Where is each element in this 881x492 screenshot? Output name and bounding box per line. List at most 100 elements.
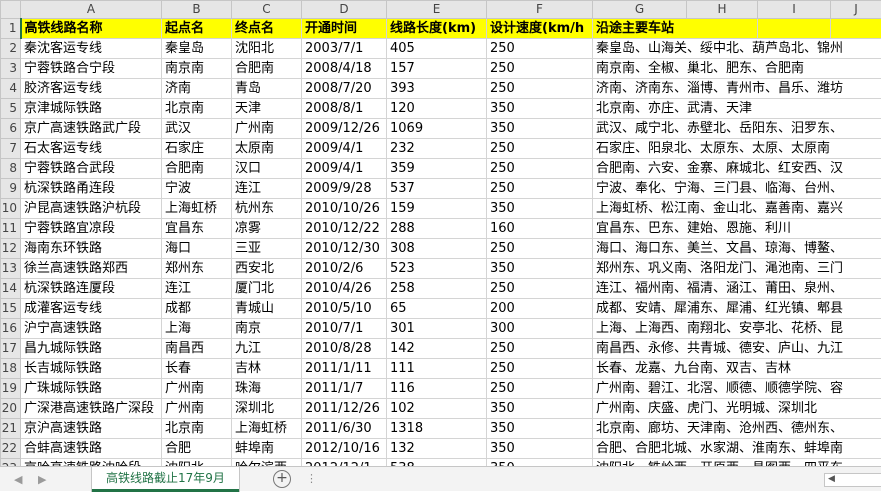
cell-start[interactable]: 宁波 — [162, 179, 232, 199]
column-header-a[interactable]: A — [21, 1, 162, 19]
next-sheet-icon[interactable]: ▶ — [38, 473, 46, 486]
cell-end[interactable]: 广州南 — [232, 119, 302, 139]
row-number[interactable]: 3 — [1, 59, 21, 79]
header-cell-start[interactable]: 起点名 — [162, 19, 232, 39]
cell-stations[interactable]: 南昌西、永修、共青城、德安、庐山、九江 — [593, 339, 881, 359]
cell-line-name[interactable]: 杭深铁路甬连段 — [21, 179, 162, 199]
cell-open-date[interactable]: 2008/8/1 — [302, 99, 387, 119]
cell-length[interactable]: 1069 — [387, 119, 487, 139]
cell-start[interactable]: 南昌西 — [162, 339, 232, 359]
cell-start[interactable]: 合肥南 — [162, 159, 232, 179]
cell-length[interactable]: 120 — [387, 99, 487, 119]
cell-speed[interactable]: 250 — [487, 379, 593, 399]
scroll-left-icon[interactable]: ◀ — [828, 474, 835, 484]
cell-speed[interactable]: 250 — [487, 359, 593, 379]
cell-open-date[interactable]: 2012/12/1 — [302, 459, 387, 467]
cell-speed[interactable]: 350 — [487, 439, 593, 459]
cell-stations[interactable]: 宁波、奉化、宁海、三门县、临海、台州、 — [593, 179, 881, 199]
cell-end[interactable]: 太原南 — [232, 139, 302, 159]
cell-stations[interactable]: 上海、上海西、南翔北、安亭北、花桥、昆 — [593, 319, 881, 339]
add-sheet-icon[interactable]: + — [273, 470, 291, 488]
cell-stations[interactable]: 长春、龙嘉、九台南、双吉、吉林 — [593, 359, 881, 379]
cell-stations[interactable]: 合肥南、六安、金寨、麻城北、红安西、汉 — [593, 159, 881, 179]
cell-end[interactable]: 上海虹桥 — [232, 419, 302, 439]
cell-open-date[interactable]: 2003/7/1 — [302, 39, 387, 59]
row-number[interactable]: 10 — [1, 199, 21, 219]
cell-start[interactable]: 成都 — [162, 299, 232, 319]
column-header-d[interactable]: D — [302, 1, 387, 19]
cell-open-date[interactable]: 2011/1/7 — [302, 379, 387, 399]
row-number[interactable]: 6 — [1, 119, 21, 139]
column-header-j[interactable]: J — [831, 1, 881, 19]
prev-sheet-icon[interactable]: ◀ — [14, 473, 22, 486]
cell-length[interactable]: 157 — [387, 59, 487, 79]
cell-line-name[interactable]: 胶济客运专线 — [21, 79, 162, 99]
column-header-b[interactable]: B — [162, 1, 232, 19]
cell-stations[interactable]: 连江、福州南、福清、涵江、莆田、泉州、 — [593, 279, 881, 299]
cell-stations[interactable]: 宜昌东、巴东、建始、恩施、利川 — [593, 219, 881, 239]
cell-stations[interactable]: 上海虹桥、松江南、金山北、嘉善南、嘉兴 — [593, 199, 881, 219]
select-all-corner[interactable] — [1, 1, 21, 19]
cell-end[interactable]: 青岛 — [232, 79, 302, 99]
cell-line-name[interactable]: 京广高速铁路武广段 — [21, 119, 162, 139]
cell-speed[interactable]: 250 — [487, 279, 593, 299]
cell-end[interactable]: 三亚 — [232, 239, 302, 259]
cell-end[interactable]: 西安北 — [232, 259, 302, 279]
cell-stations[interactable]: 武汉、咸宁北、赤壁北、岳阳东、汨罗东、 — [593, 119, 881, 139]
cell-end[interactable]: 南京 — [232, 319, 302, 339]
row-number[interactable]: 18 — [1, 359, 21, 379]
cell-stations[interactable]: 北京南、廊坊、天津南、沧州西、德州东、 — [593, 419, 881, 439]
cell-start[interactable]: 广州南 — [162, 399, 232, 419]
cell-line-name[interactable]: 沪宁高速铁路 — [21, 319, 162, 339]
cell-open-date[interactable]: 2008/7/20 — [302, 79, 387, 99]
cell-end[interactable]: 连江 — [232, 179, 302, 199]
cell-line-name[interactable]: 广珠城际铁路 — [21, 379, 162, 399]
cell-end[interactable]: 哈尔滨西 — [232, 459, 302, 467]
cell-open-date[interactable]: 2011/6/30 — [302, 419, 387, 439]
row-number[interactable]: 12 — [1, 239, 21, 259]
cell-line-name[interactable]: 京沪高速铁路 — [21, 419, 162, 439]
cell-end[interactable]: 天津 — [232, 99, 302, 119]
cell-start[interactable]: 海口 — [162, 239, 232, 259]
column-header-f[interactable]: F — [487, 1, 593, 19]
row-number[interactable]: 5 — [1, 99, 21, 119]
column-header-e[interactable]: E — [387, 1, 487, 19]
cell-start[interactable]: 北京南 — [162, 99, 232, 119]
row-number[interactable]: 16 — [1, 319, 21, 339]
cell-open-date[interactable]: 2012/10/16 — [302, 439, 387, 459]
cell-open-date[interactable]: 2009/4/1 — [302, 159, 387, 179]
cell-open-date[interactable]: 2010/12/30 — [302, 239, 387, 259]
cell-length[interactable]: 258 — [387, 279, 487, 299]
cell-line-name[interactable]: 京哈高速铁路沈哈段 — [21, 459, 162, 467]
cell-open-date[interactable]: 2010/8/28 — [302, 339, 387, 359]
cell-open-date[interactable]: 2010/12/22 — [302, 219, 387, 239]
cell-start[interactable]: 郑州东 — [162, 259, 232, 279]
cell-start[interactable]: 上海虹桥 — [162, 199, 232, 219]
row-number[interactable]: 1 — [1, 19, 21, 39]
cell-open-date[interactable]: 2009/4/1 — [302, 139, 387, 159]
cell-line-name[interactable]: 海南东环铁路 — [21, 239, 162, 259]
cell-speed[interactable]: 250 — [487, 39, 593, 59]
cell-line-name[interactable]: 宁蓉铁路合武段 — [21, 159, 162, 179]
header-cell-length[interactable]: 线路长度(km) — [387, 19, 487, 39]
cell-open-date[interactable]: 2010/7/1 — [302, 319, 387, 339]
cell-line-name[interactable]: 杭深铁路连厦段 — [21, 279, 162, 299]
cell-speed[interactable]: 250 — [487, 79, 593, 99]
row-number[interactable]: 7 — [1, 139, 21, 159]
cell-stations[interactable]: 南京南、全椒、巢北、肥东、合肥南 — [593, 59, 881, 79]
cell-stations[interactable]: 成都、安靖、犀浦东、犀浦、红光镇、郫县 — [593, 299, 881, 319]
cell-stations[interactable]: 秦皇岛、山海关、绥中北、葫芦岛北、锦州 — [593, 39, 881, 59]
cell-length[interactable]: 159 — [387, 199, 487, 219]
cell-speed[interactable]: 250 — [487, 179, 593, 199]
cell-speed[interactable]: 250 — [487, 139, 593, 159]
cell-speed[interactable]: 350 — [487, 459, 593, 467]
cell-speed[interactable]: 250 — [487, 339, 593, 359]
cell-length[interactable]: 116 — [387, 379, 487, 399]
row-number[interactable]: 11 — [1, 219, 21, 239]
cell-open-date[interactable]: 2010/10/26 — [302, 199, 387, 219]
cell-end[interactable]: 蚌埠南 — [232, 439, 302, 459]
cell-speed[interactable]: 350 — [487, 99, 593, 119]
cell-stations[interactable]: 济南、济南东、淄博、青州市、昌乐、潍坊 — [593, 79, 881, 99]
cell-length[interactable]: 65 — [387, 299, 487, 319]
cell-length[interactable]: 301 — [387, 319, 487, 339]
